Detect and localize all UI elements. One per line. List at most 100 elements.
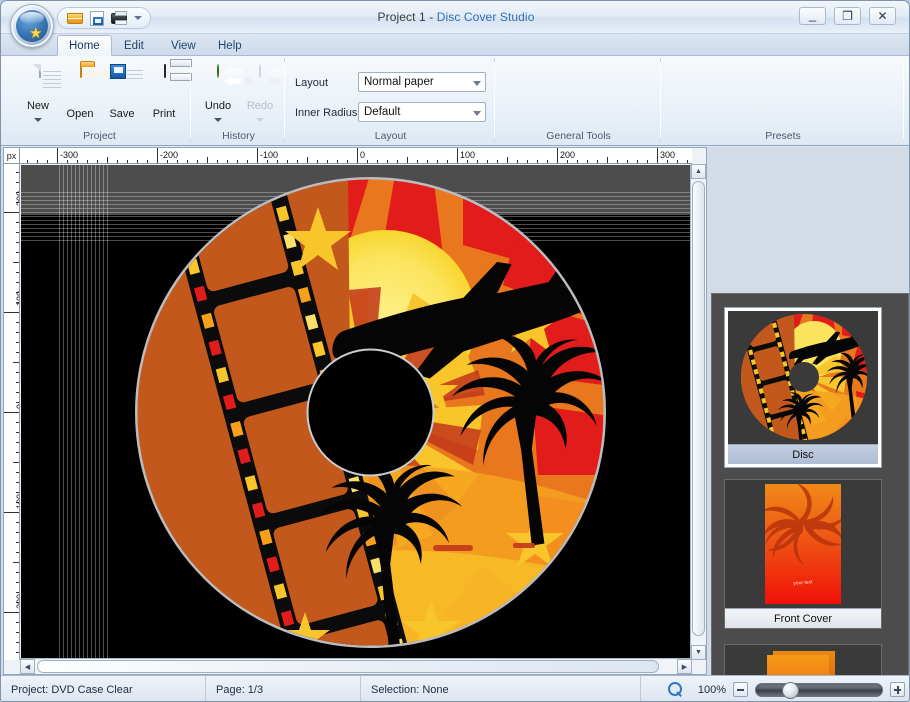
ruler-tick [357,148,358,163]
ruler-tick [527,160,528,164]
ruler-tick [497,160,498,164]
page-card-front-cover[interactable]: your text Front Cover [724,479,882,629]
save-disk-icon [106,65,138,97]
ruler-tick [607,157,608,164]
scroll-up-icon[interactable]: ▲ [691,164,706,179]
redo-dropdown-caret-icon[interactable] [256,118,264,122]
inner-radius-select-value: Default [364,106,400,118]
ruler-tick [287,160,288,164]
ruler-tick [637,160,638,164]
ruler-tick [277,160,278,164]
ribbon-group-project: New Open Save Print Project [9,58,191,143]
ruler-tick [257,148,258,163]
zoom-percent-label: 100% [690,684,726,696]
ruler-label: -100 [260,150,278,160]
ruler-tick [437,160,438,164]
maximize-button[interactable]: ❐ [834,7,861,25]
zoom-in-button[interactable] [890,682,905,697]
ruler-tick [77,160,78,164]
ruler-tick [347,160,348,164]
ruler-tick [447,160,448,164]
orb-star-icon: ★ [29,26,42,41]
redo-button[interactable]: Redo [237,62,283,124]
open-button[interactable]: Open [57,62,103,124]
ruler-tick [587,160,588,164]
ribbon-tab-strip: Home Edit View Help [1,34,910,56]
page-label-disc: Disc [728,444,878,464]
undo-button[interactable]: Undo [195,62,241,124]
ruler-tick [207,157,208,164]
ribbon-group-history: Undo Redo History [193,58,285,143]
ruler-tick [647,160,648,164]
ruler-tick [467,160,468,164]
vertical-scroll-thumb[interactable] [692,181,705,636]
vertical-ruler[interactable]: -200-1000100200 [4,164,20,660]
tab-home[interactable]: Home [57,35,112,56]
ruler-tick [147,160,148,164]
front-cover-thumbnail: your text [725,480,881,608]
zoom-slider-thumb[interactable] [782,682,799,699]
tab-help[interactable]: Help [207,35,253,56]
canvas-horizontal-scrollbar[interactable]: ◀ ▶ [20,658,692,674]
ruler-tick [137,160,138,164]
zoom-slider[interactable] [755,683,883,697]
ruler-tick [16,592,20,593]
ruler-tick [297,160,298,164]
canvas-vertical-scrollbar[interactable]: ▲ ▼ [690,164,706,660]
ruler-label: 200 [15,594,20,609]
scroll-down-icon[interactable]: ▼ [691,645,706,660]
inner-radius-select[interactable]: Default [358,102,486,122]
ruler-tick [16,532,20,533]
ruler-tick [16,522,20,523]
layout-select[interactable]: Normal paper [358,72,486,92]
magnifier-icon[interactable] [668,682,683,697]
ruler-tick [16,442,20,443]
horizontal-scroll-thumb[interactable] [37,660,659,673]
zoom-out-button[interactable] [733,682,748,697]
canvas-pane: px -300-200-1000100200300 -200-100010020… [3,147,707,675]
ruler-tick [16,172,20,173]
application-window: ★ Project 1 - Disc Cover Studio _ ❐ ✕ Ho… [0,0,910,702]
new-dropdown-caret-icon[interactable] [34,118,42,122]
ruler-tick [27,160,28,164]
new-button[interactable]: New [15,62,61,124]
page-label-front-cover: Front Cover [725,608,881,628]
print-button-label: Print [141,108,187,120]
close-button[interactable]: ✕ [869,7,896,25]
new-button-label: New [15,100,61,112]
minimize-button[interactable]: _ [799,7,826,25]
tab-edit[interactable]: Edit [113,35,155,56]
scroll-left-icon[interactable]: ◀ [20,659,35,674]
ruler-tick [13,362,20,363]
ruler-tick [377,160,378,164]
layout-field-label: Layout [295,77,328,89]
ruler-tick [16,472,20,473]
scroll-right-icon[interactable]: ▶ [677,659,692,674]
ruler-tick [16,272,20,273]
orb-globe-icon: ★ [16,10,48,42]
ruler-tick [307,157,308,164]
ruler-tick [16,452,20,453]
ruler-tick [107,157,108,164]
status-bar: Project: DVD Case Clear Page: 1/3 Select… [1,675,910,702]
ruler-tick [16,402,20,403]
ruler-tick [507,157,508,164]
ruler-tick [157,148,158,163]
inner-radius-field-label: Inner Radius [295,107,357,119]
print-button[interactable]: Print [141,62,187,124]
application-menu-orb-icon[interactable]: ★ [10,4,54,48]
disc-artwork-tropical-film[interactable] [133,175,608,650]
save-button[interactable]: Save [99,62,145,124]
undo-dropdown-caret-icon[interactable] [214,118,222,122]
design-canvas[interactable] [21,165,692,660]
ribbon-group-general-tools: ➚ Select Object A Add Text A Add Round T… [497,58,661,143]
status-page: Page: 1/3 [206,676,361,702]
ruler-tick [487,160,488,164]
horizontal-ruler[interactable]: -300-200-1000100200300 [4,148,692,164]
open-button-label: Open [57,108,103,120]
tab-view[interactable]: View [160,35,207,56]
ribbon: New Open Save Print Project [1,56,910,146]
page-card-disc[interactable]: Disc [724,307,882,468]
ruler-tick [577,160,578,164]
ruler-tick [367,160,368,164]
